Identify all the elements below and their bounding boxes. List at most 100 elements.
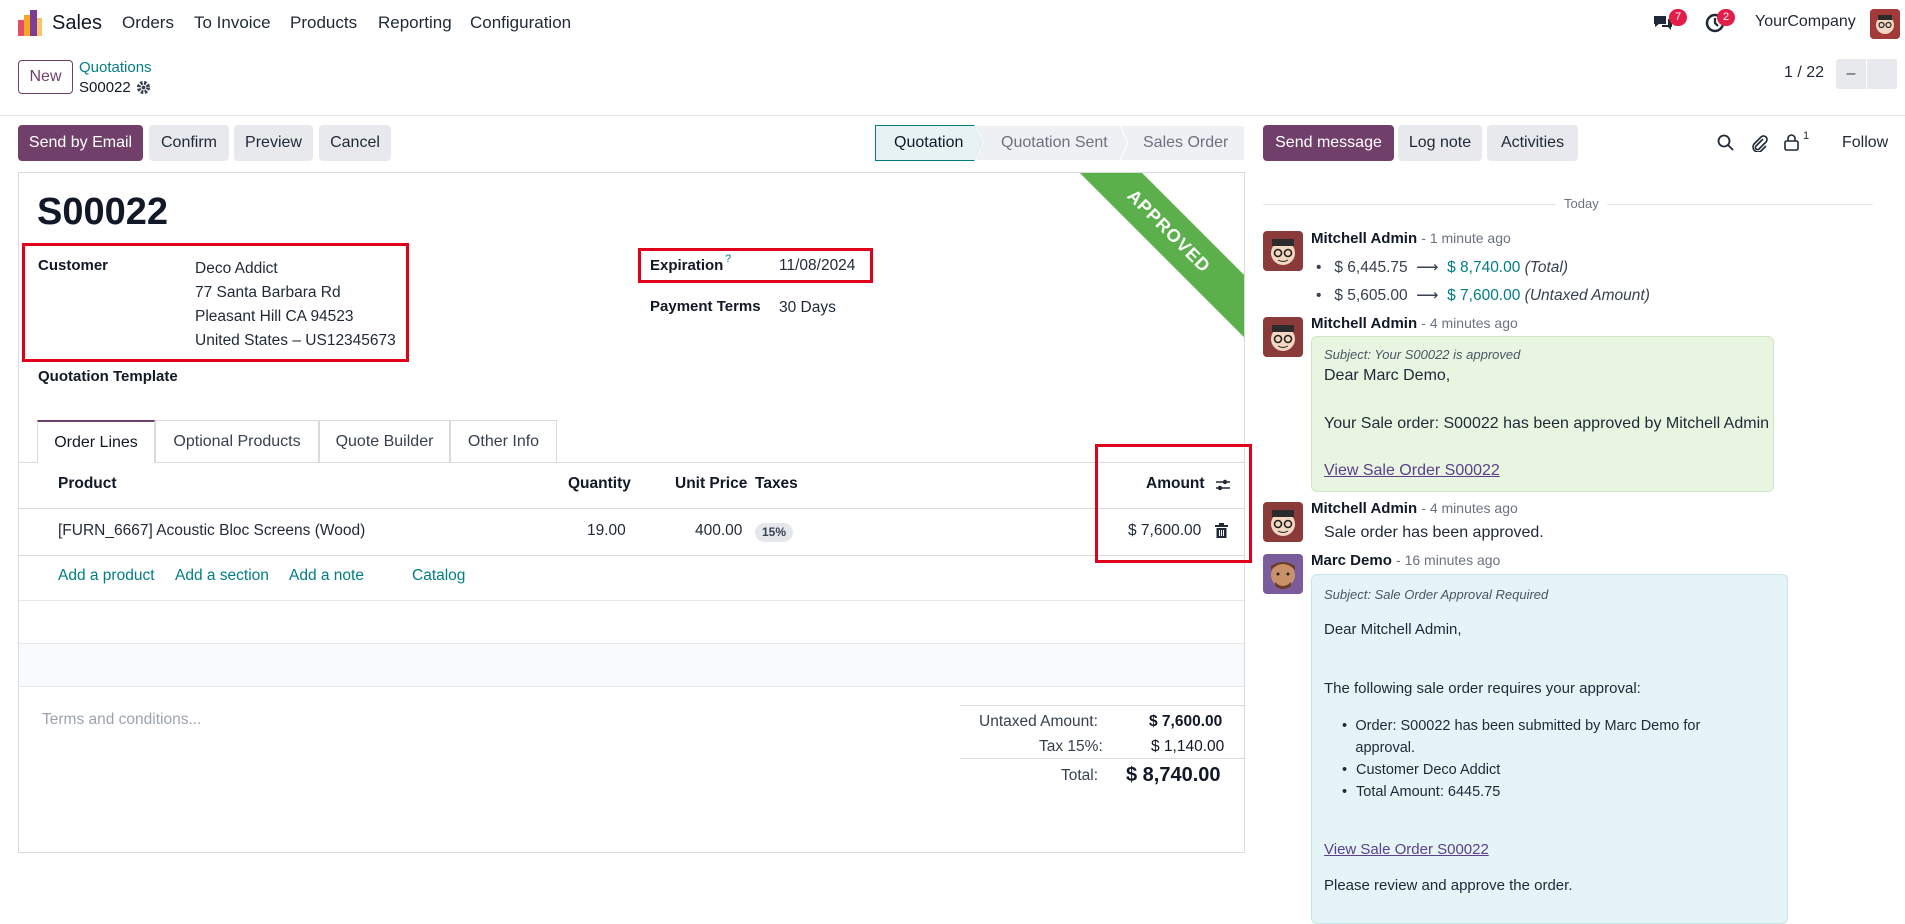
- arrow-right-icon: ⟶: [1411, 287, 1443, 304]
- col-product[interactable]: Product: [58, 475, 117, 493]
- table-top: [19, 463, 1244, 464]
- menu-orders[interactable]: Orders: [122, 13, 174, 33]
- user-avatar[interactable]: [1870, 9, 1900, 39]
- messages-badge: 7: [1669, 9, 1687, 26]
- new-button[interactable]: New: [18, 60, 73, 94]
- lock-icon[interactable]: [1784, 134, 1800, 152]
- stage-quotation-sent[interactable]: Quotation Sent: [1001, 134, 1108, 152]
- tracking-values: • $ 6,445.75 ⟶ $ 8,740.00 (Total) • $ 5,…: [1316, 254, 1650, 310]
- tracking-new: $ 7,600.00: [1447, 287, 1521, 304]
- preview-button[interactable]: Preview: [234, 125, 313, 161]
- customer-highlight-box: [22, 243, 409, 362]
- add-section-link[interactable]: Add a section: [175, 567, 269, 585]
- app-name[interactable]: Sales: [52, 12, 102, 35]
- list-item: • Customer Deco Addict: [1342, 759, 1746, 781]
- message-author[interactable]: Mitchell Admin - 1 minute ago: [1311, 230, 1511, 247]
- gear-icon[interactable]: [136, 80, 152, 96]
- tax-badge[interactable]: 15%: [755, 523, 794, 542]
- quotation-template-label: Quotation Template: [38, 368, 178, 385]
- tab-quote-builder[interactable]: Quote Builder: [319, 420, 450, 462]
- menu-products[interactable]: Products: [290, 13, 357, 33]
- sales-app-icon[interactable]: [18, 10, 42, 36]
- cancel-button[interactable]: Cancel: [319, 125, 391, 161]
- tracking-old: $ 6,445.75: [1334, 259, 1408, 276]
- approved-ribbon: APPROVED: [1050, 173, 1244, 350]
- view-order-link[interactable]: View Sale Order S00022: [1324, 841, 1489, 858]
- message-time: - 4 minutes ago: [1421, 315, 1518, 331]
- menu-configuration[interactable]: Configuration: [470, 13, 571, 33]
- confirm-button[interactable]: Confirm: [149, 125, 229, 161]
- send-by-email-button[interactable]: Send by Email: [18, 125, 143, 161]
- top-navbar: Sales Orders To Invoice Products Reporti…: [0, 0, 1905, 46]
- message-body: Sale order has been approved.: [1324, 524, 1544, 541]
- total-label: Total:: [1061, 767, 1099, 784]
- author-avatar[interactable]: [1263, 554, 1303, 594]
- author-name[interactable]: Marc Demo: [1311, 552, 1392, 569]
- message-intro: The following sale order requires your a…: [1324, 680, 1641, 697]
- message-author[interactable]: Mitchell Admin - 4 minutes ago: [1311, 315, 1518, 332]
- terms-and-conditions-input[interactable]: Terms and conditions...: [42, 711, 201, 729]
- author-name[interactable]: Mitchell Admin: [1311, 500, 1417, 517]
- tracking-new: $ 8,740.00: [1447, 259, 1521, 276]
- add-product-link[interactable]: Add a product: [58, 567, 155, 585]
- company-switcher[interactable]: YourCompany: [1755, 13, 1856, 31]
- message-bubble: Subject: Sale Order Approval Required De…: [1311, 574, 1788, 924]
- untaxed-amount-value: $ 7,600.00: [1149, 713, 1223, 730]
- tracking-row: • $ 6,445.75 ⟶ $ 8,740.00 (Total): [1316, 254, 1650, 282]
- activities-button[interactable]: Activities: [1487, 125, 1578, 161]
- author-avatar[interactable]: [1263, 502, 1303, 542]
- col-quantity[interactable]: Quantity: [568, 475, 631, 493]
- breadcrumb-quotations[interactable]: Quotations: [79, 59, 152, 76]
- payment-terms-label: Payment Terms: [650, 298, 761, 315]
- author-name[interactable]: Mitchell Admin: [1311, 315, 1417, 332]
- message-body: Your Sale order: S00022 has been approve…: [1324, 415, 1770, 432]
- send-message-button[interactable]: Send message: [1263, 125, 1394, 161]
- author-avatar[interactable]: [1263, 317, 1303, 357]
- tab-order-lines[interactable]: Order Lines: [37, 420, 155, 463]
- search-icon[interactable]: [1717, 134, 1735, 152]
- line-unit-price[interactable]: 400.00: [695, 522, 742, 540]
- message-author[interactable]: Mitchell Admin - 4 minutes ago: [1311, 500, 1518, 517]
- stage-quotation[interactable]: Quotation: [894, 134, 963, 152]
- list-item: • Order: S00022 has been submitted by Mar…: [1342, 715, 1746, 759]
- total-value: $ 8,740.00: [1126, 764, 1221, 786]
- menu-to-invoice[interactable]: To Invoice: [194, 13, 271, 33]
- tab-other-info[interactable]: Other Info: [450, 420, 557, 462]
- payment-terms-value[interactable]: 30 Days: [779, 299, 836, 317]
- pager-previous-button[interactable]: –: [1836, 59, 1866, 89]
- stage-sales-order[interactable]: Sales Order: [1143, 134, 1228, 152]
- menu-reporting[interactable]: Reporting: [378, 13, 452, 33]
- line-quantity[interactable]: 19.00: [587, 522, 626, 540]
- message-author[interactable]: Marc Demo - 16 minutes ago: [1311, 552, 1500, 569]
- list-item-text: Order: S00022 has been submitted by Marc…: [1355, 718, 1701, 756]
- message-subject: Subject: Your S00022 is approved: [1324, 347, 1521, 362]
- tracking-field: (Untaxed Amount): [1524, 287, 1650, 304]
- message-time: - 4 minutes ago: [1421, 500, 1518, 516]
- message-time: - 1 minute ago: [1421, 230, 1511, 246]
- author-avatar[interactable]: [1263, 231, 1303, 271]
- breadcrumb-record: S00022: [79, 79, 131, 96]
- footer-divider: [19, 686, 1244, 687]
- message-greeting: Dear Mitchell Admin,: [1324, 621, 1462, 638]
- pager-next-button[interactable]: [1867, 59, 1897, 89]
- list-item-text: Total Amount: 6445.75: [1356, 784, 1501, 800]
- add-note-link[interactable]: Add a note: [289, 567, 364, 585]
- col-unit-price[interactable]: Unit Price: [675, 475, 747, 493]
- view-order-link[interactable]: View Sale Order S00022: [1324, 462, 1500, 480]
- author-name[interactable]: Mitchell Admin: [1311, 230, 1417, 247]
- tracking-field: (Total): [1524, 259, 1569, 276]
- approval-details-list: • Order: S00022 has been submitted by Mar…: [1342, 715, 1746, 803]
- table-row[interactable]: [FURN_6667] Acoustic Bloc Screens (Wood)…: [19, 509, 1244, 555]
- catalog-link[interactable]: Catalog: [412, 567, 465, 585]
- paperclip-icon[interactable]: [1750, 133, 1768, 153]
- status-pipeline: Quotation Quotation Sent Sales Order: [875, 125, 1245, 161]
- line-product[interactable]: [FURN_6667] Acoustic Bloc Screens (Wood): [58, 522, 365, 540]
- log-note-button[interactable]: Log note: [1398, 125, 1482, 161]
- record-title: S00022: [37, 191, 169, 233]
- follow-button[interactable]: Follow: [1842, 134, 1888, 152]
- pager-value[interactable]: 1 / 22: [1784, 64, 1824, 82]
- col-taxes[interactable]: Taxes: [755, 475, 798, 493]
- tab-optional-products[interactable]: Optional Products: [155, 420, 319, 462]
- total-divider: [960, 758, 1244, 759]
- quotation-template-field[interactable]: [195, 365, 595, 389]
